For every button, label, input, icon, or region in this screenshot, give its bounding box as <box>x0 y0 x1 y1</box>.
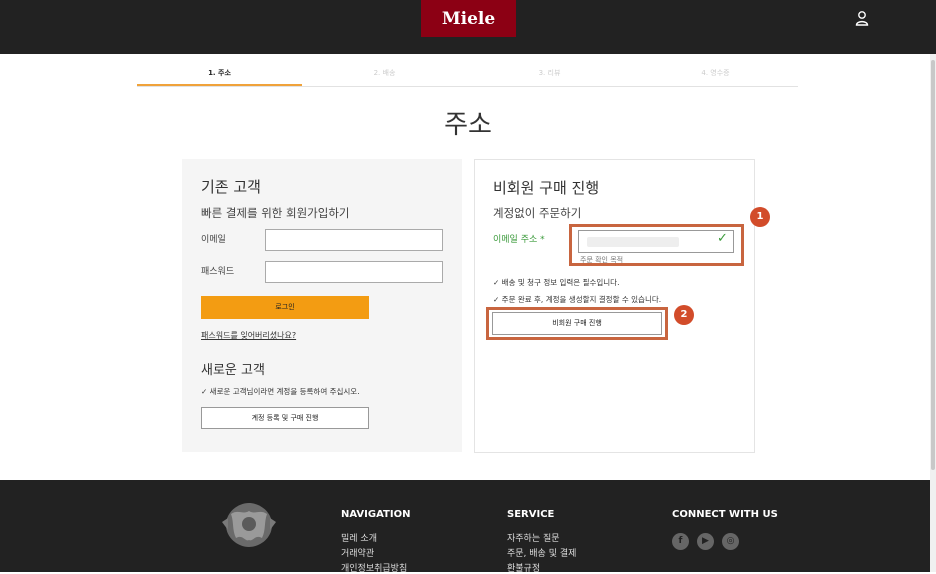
footer-link-refund[interactable]: 환불규정 <box>507 561 540 574</box>
scrollbar-thumb[interactable] <box>931 60 935 470</box>
password-input[interactable] <box>265 261 443 283</box>
email-label: 이메일 <box>201 235 226 245</box>
step-review: 3. 리뷰 <box>538 69 561 77</box>
footer-service-title: SERVICE <box>507 509 555 520</box>
register-button[interactable]: 계정 등록 및 구매 진행 <box>201 407 369 429</box>
footer-link-terms[interactable]: 거래약관 <box>341 546 374 559</box>
instagram-icon[interactable]: ◎ <box>722 533 739 550</box>
step-address[interactable]: 1. 주소 <box>137 62 302 86</box>
existing-customer-subtitle: 빠른 결제를 위한 회원가입하기 <box>201 206 350 220</box>
highlight-email <box>569 224 744 266</box>
facebook-icon[interactable]: f <box>672 533 689 550</box>
footer-link-shipping[interactable]: 주문, 배송 및 결제 <box>507 546 576 559</box>
youtube-icon[interactable]: ▶ <box>697 533 714 550</box>
checkout-steps: 1. 주소 2. 배송 3. 리뷰 4. 영수증 <box>137 62 798 87</box>
highlight-guest-button <box>486 307 668 340</box>
guest-email-label: 이메일 주소 * <box>493 235 545 245</box>
guest-checkout-panel <box>474 159 755 453</box>
footer-link-about[interactable]: 밀레 소개 <box>341 531 377 544</box>
user-icon[interactable] <box>855 10 869 26</box>
step-shipping: 2. 배송 <box>373 69 396 77</box>
footer-navigation-title: NAVIGATION <box>341 509 411 520</box>
password-label: 패스워드 <box>201 267 235 277</box>
page-title: 주소 <box>444 110 492 140</box>
step-receipt: 4. 영수증 <box>701 69 730 77</box>
footer <box>0 480 936 572</box>
step-badge-1: 1 <box>750 207 770 227</box>
footer-link-faq[interactable]: 자주하는 질문 <box>507 531 560 544</box>
forgot-password-link[interactable]: 패스워드를 잊어버리셨나요? <box>201 330 296 341</box>
miele-crest-icon <box>222 503 276 547</box>
email-input[interactable] <box>265 229 443 251</box>
existing-customer-title: 기존 고객 <box>201 178 261 196</box>
guest-note-account: ✓ 주문 완료 후, 계정을 생성할지 결정할 수 있습니다. <box>493 295 662 304</box>
guest-note-required: ✓ 배송 및 청구 정보 입력은 필수입니다. <box>493 278 620 287</box>
miele-logo[interactable]: Miele <box>421 0 516 37</box>
guest-subtitle: 계정없이 주문하기 <box>493 206 582 220</box>
new-customer-title: 새로운 고객 <box>201 363 265 378</box>
step-badge-2: 2 <box>674 305 694 325</box>
guest-title: 비회원 구매 진행 <box>493 179 600 197</box>
new-customer-note: ✓ 새로운 고객님이라면 계정을 등록하여 주십시오. <box>201 387 360 396</box>
login-button[interactable]: 로그인 <box>201 296 369 319</box>
footer-link-privacy[interactable]: 개인정보취급방침 <box>341 561 407 574</box>
footer-connect-title: CONNECT WITH US <box>672 509 778 520</box>
